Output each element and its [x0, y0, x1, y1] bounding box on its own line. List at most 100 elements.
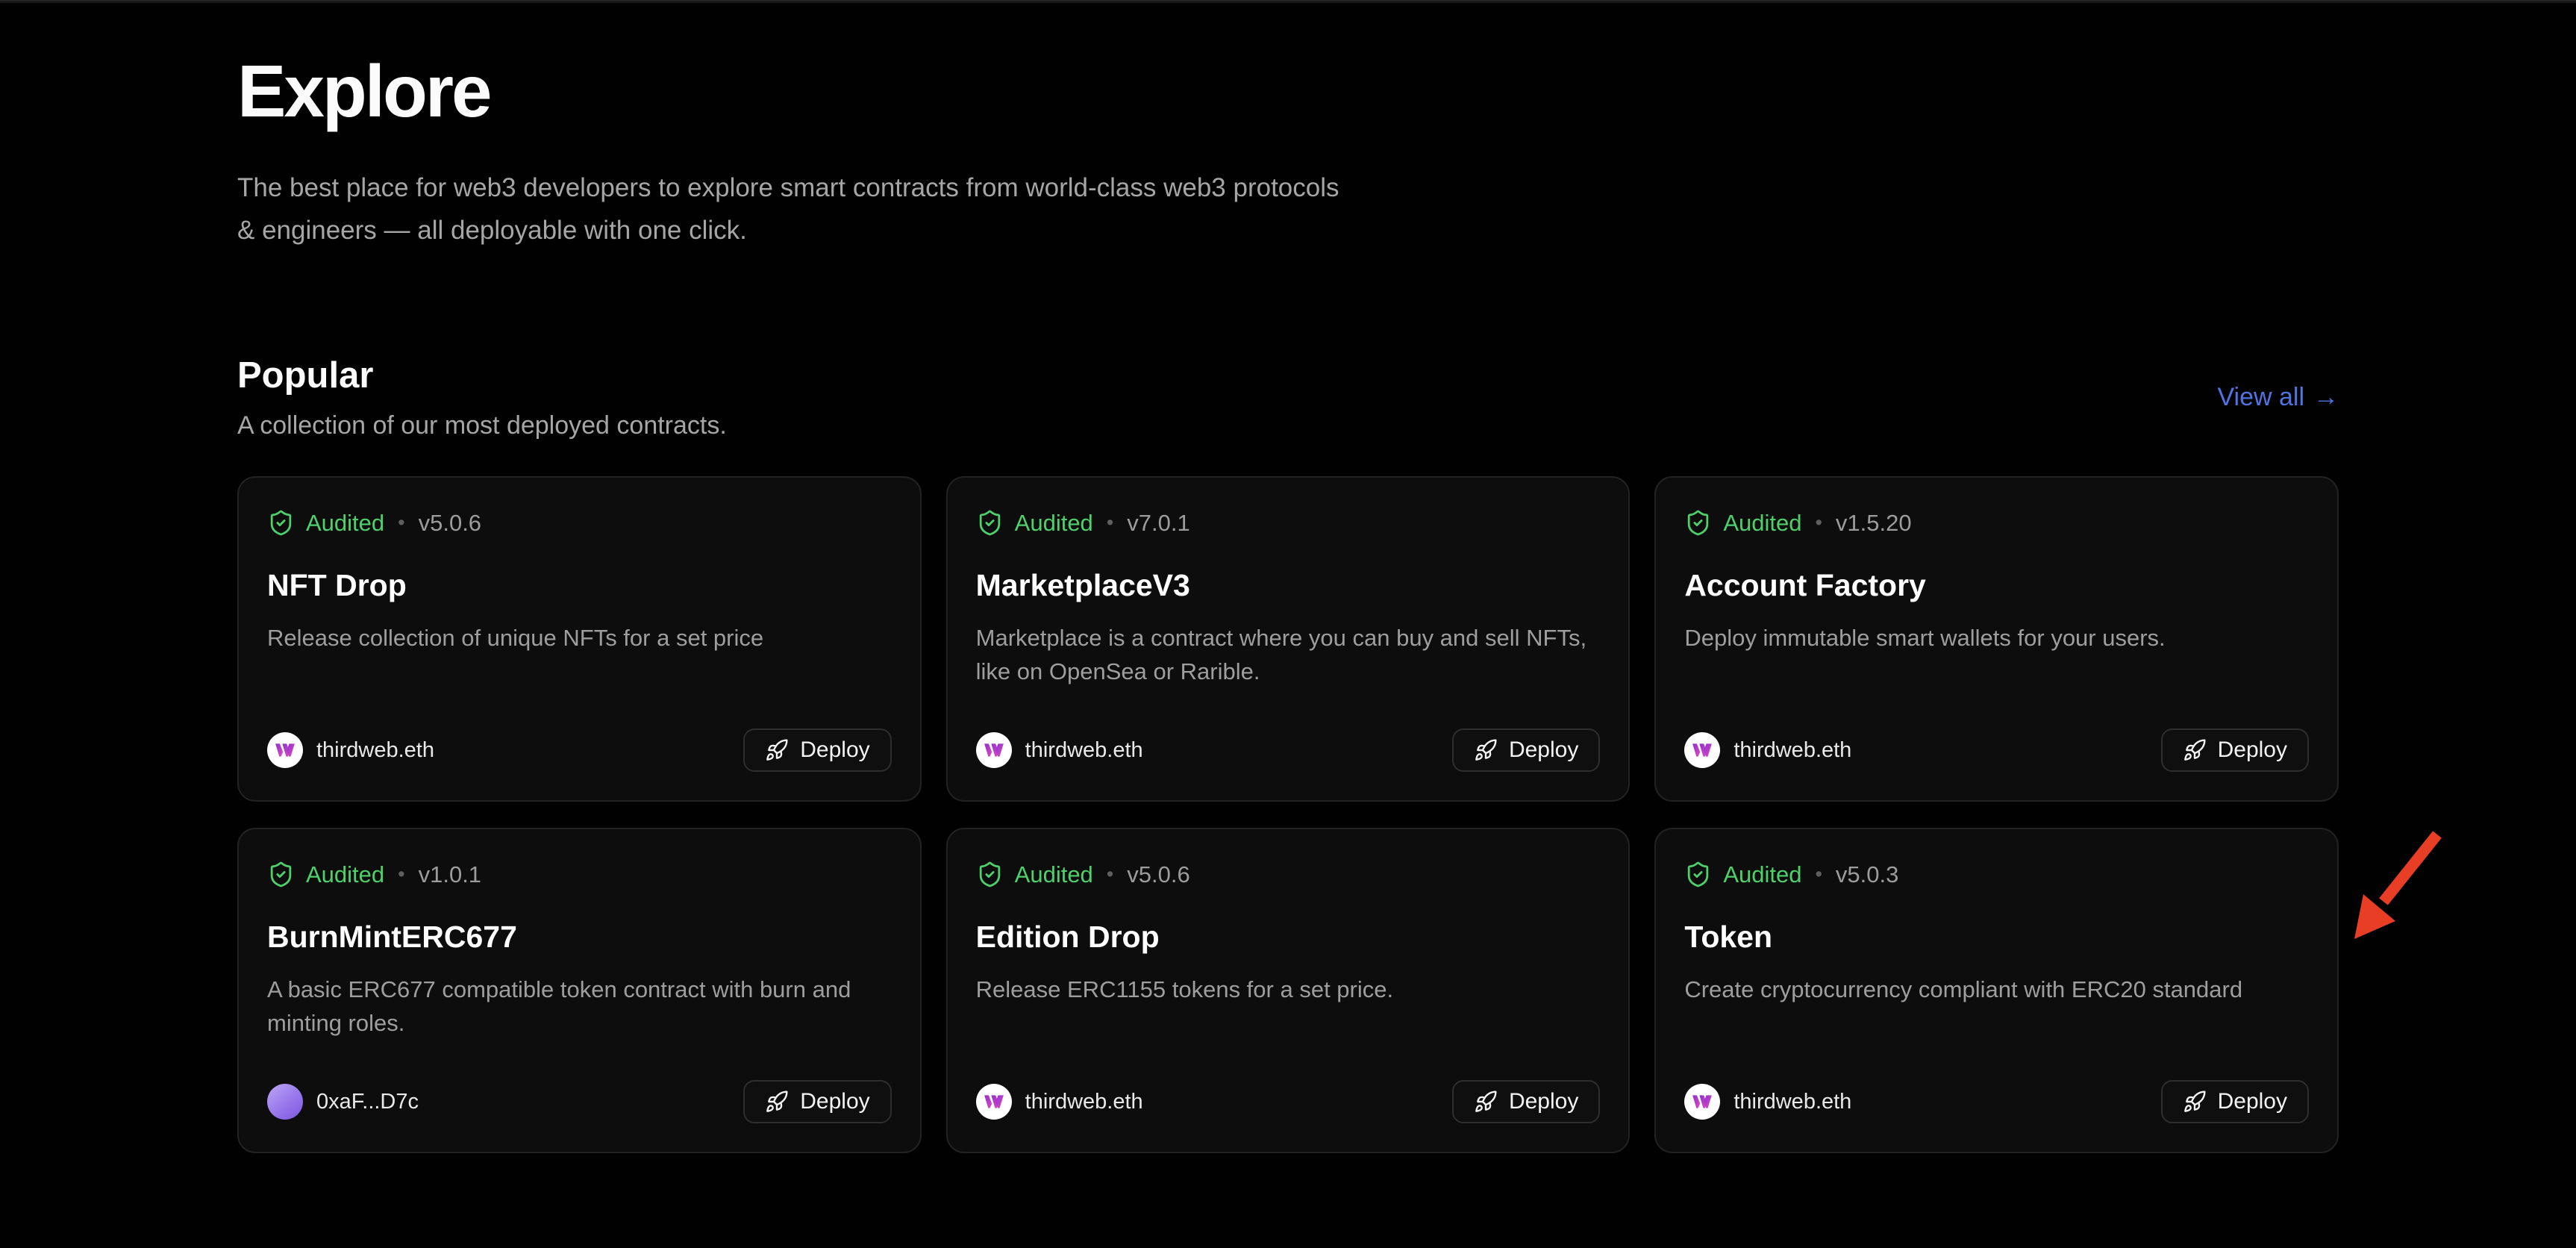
thirdweb-avatar	[1684, 1084, 1720, 1120]
publisher-name: 0xaF...D7c	[316, 1090, 419, 1114]
shield-check-icon	[267, 861, 295, 888]
badge-separator: •	[1107, 863, 1113, 886]
audited-badge: Audited	[306, 861, 384, 888]
page-title: Explore	[237, 49, 2339, 134]
arrow-right-icon: →	[2313, 383, 2339, 412]
explore-page: Explore The best place for web3 develope…	[0, 49, 2576, 1153]
badge-separator: •	[1107, 511, 1113, 534]
publisher-name: thirdweb.eth	[1734, 738, 1851, 763]
rocket-icon	[765, 1090, 789, 1114]
badge-separator: •	[1815, 863, 1822, 886]
rocket-icon	[765, 738, 789, 762]
contract-card[interactable]: Audited • v5.0.6 NFT Drop Release collec…	[237, 476, 922, 802]
card-badge-row: Audited • v5.0.3	[1684, 861, 2309, 888]
deploy-label: Deploy	[800, 737, 869, 763]
badge-separator: •	[398, 511, 404, 534]
badge-separator: •	[398, 863, 404, 886]
deploy-button[interactable]: Deploy	[1452, 728, 1600, 772]
contract-card[interactable]: Audited • v5.0.6 Edition Drop Release ER…	[946, 828, 1631, 1153]
contract-title[interactable]: Account Factory	[1684, 568, 2309, 603]
contract-title[interactable]: MarketplaceV3	[976, 568, 1601, 603]
card-badge-row: Audited • v5.0.6	[976, 861, 1601, 888]
card-footer: thirdweb.eth Deploy	[267, 728, 892, 772]
deploy-label: Deploy	[2218, 737, 2287, 763]
publisher[interactable]: thirdweb.eth	[1684, 1084, 1851, 1120]
badge-separator: •	[1815, 511, 1822, 534]
top-divider	[0, 0, 2576, 3]
popular-subtitle: A collection of our most deployed contra…	[237, 411, 727, 440]
address-avatar	[267, 1084, 303, 1120]
publisher[interactable]: thirdweb.eth	[976, 732, 1143, 768]
contract-description: Release ERC1155 tokens for a set price.	[976, 973, 1601, 1006]
contract-description: Marketplace is a contract where you can …	[976, 621, 1601, 688]
contract-title[interactable]: NFT Drop	[267, 568, 892, 603]
version-label: v7.0.1	[1127, 510, 1189, 537]
rocket-icon	[1474, 1090, 1498, 1114]
thirdweb-avatar	[267, 732, 303, 768]
popular-grid: Audited • v5.0.6 NFT Drop Release collec…	[237, 476, 2339, 1153]
audited-badge: Audited	[1723, 510, 1801, 537]
contract-description: Create cryptocurrency compliant with ERC…	[1684, 973, 2309, 1006]
shield-check-icon	[976, 509, 1004, 537]
contract-title[interactable]: Edition Drop	[976, 920, 1601, 955]
publisher[interactable]: 0xaF...D7c	[267, 1084, 419, 1120]
deploy-button[interactable]: Deploy	[2161, 728, 2309, 772]
card-footer: 0xaF...D7c Deploy	[267, 1080, 892, 1123]
version-label: v5.0.3	[1836, 861, 1898, 888]
deploy-button[interactable]: Deploy	[743, 1080, 891, 1123]
thirdweb-avatar	[976, 732, 1012, 768]
card-footer: thirdweb.eth Deploy	[976, 728, 1601, 772]
rocket-icon	[2183, 738, 2207, 762]
page-subtitle: The best place for web3 developers to ex…	[237, 166, 1342, 252]
deploy-button[interactable]: Deploy	[2161, 1080, 2309, 1123]
contract-description: Deploy immutable smart wallets for your …	[1684, 621, 2309, 655]
contract-title[interactable]: Token	[1684, 920, 2309, 955]
card-footer: thirdweb.eth Deploy	[976, 1080, 1601, 1123]
card-badge-row: Audited • v1.0.1	[267, 861, 892, 888]
audited-badge: Audited	[1015, 861, 1093, 888]
audited-badge: Audited	[1015, 510, 1093, 537]
shield-check-icon	[1684, 509, 1712, 537]
contract-card[interactable]: Audited • v1.5.20 Account Factory Deploy…	[1654, 476, 2339, 802]
version-label: v1.0.1	[419, 861, 481, 888]
publisher-name: thirdweb.eth	[1734, 1090, 1851, 1114]
card-badge-row: Audited • v7.0.1	[976, 509, 1601, 537]
deploy-button[interactable]: Deploy	[1452, 1080, 1600, 1123]
publisher-name: thirdweb.eth	[1025, 1090, 1143, 1114]
publisher[interactable]: thirdweb.eth	[1684, 732, 1851, 768]
popular-heading-block: Popular A collection of our most deploye…	[237, 355, 727, 440]
deploy-label: Deploy	[800, 1089, 869, 1114]
thirdweb-avatar	[976, 1084, 1012, 1120]
card-footer: thirdweb.eth Deploy	[1684, 728, 2309, 772]
publisher[interactable]: thirdweb.eth	[267, 732, 434, 768]
shield-check-icon	[976, 861, 1004, 888]
red-arrow-annotation	[2336, 818, 2463, 956]
contract-description: A basic ERC677 compatible token contract…	[267, 973, 892, 1040]
contract-description: Release collection of unique NFTs for a …	[267, 621, 892, 655]
publisher-name: thirdweb.eth	[316, 738, 434, 763]
shield-check-icon	[1684, 861, 1712, 888]
contract-card[interactable]: Audited • v1.0.1 BurnMintERC677 A basic …	[237, 828, 922, 1153]
publisher[interactable]: thirdweb.eth	[976, 1084, 1143, 1120]
deploy-label: Deploy	[1509, 1089, 1578, 1114]
rocket-icon	[1474, 738, 1498, 762]
contract-card[interactable]: Audited • v5.0.3 Token Create cryptocurr…	[1654, 828, 2339, 1153]
shield-check-icon	[267, 509, 295, 537]
deploy-button[interactable]: Deploy	[743, 728, 891, 772]
publisher-name: thirdweb.eth	[1025, 738, 1143, 763]
card-badge-row: Audited • v5.0.6	[267, 509, 892, 537]
audited-badge: Audited	[306, 510, 384, 537]
thirdweb-avatar	[1684, 732, 1720, 768]
deploy-label: Deploy	[2218, 1089, 2287, 1114]
contract-card[interactable]: Audited • v7.0.1 MarketplaceV3 Marketpla…	[946, 476, 1631, 802]
popular-title: Popular	[237, 355, 727, 396]
deploy-label: Deploy	[1509, 737, 1578, 763]
version-label: v5.0.6	[1127, 861, 1189, 888]
card-badge-row: Audited • v1.5.20	[1684, 509, 2309, 537]
contract-title[interactable]: BurnMintERC677	[267, 920, 892, 955]
audited-badge: Audited	[1723, 861, 1801, 888]
version-label: v5.0.6	[419, 510, 481, 537]
popular-section-header: Popular A collection of our most deploye…	[237, 355, 2339, 440]
view-all-link[interactable]: View all →	[2217, 383, 2339, 412]
card-footer: thirdweb.eth Deploy	[1684, 1080, 2309, 1123]
